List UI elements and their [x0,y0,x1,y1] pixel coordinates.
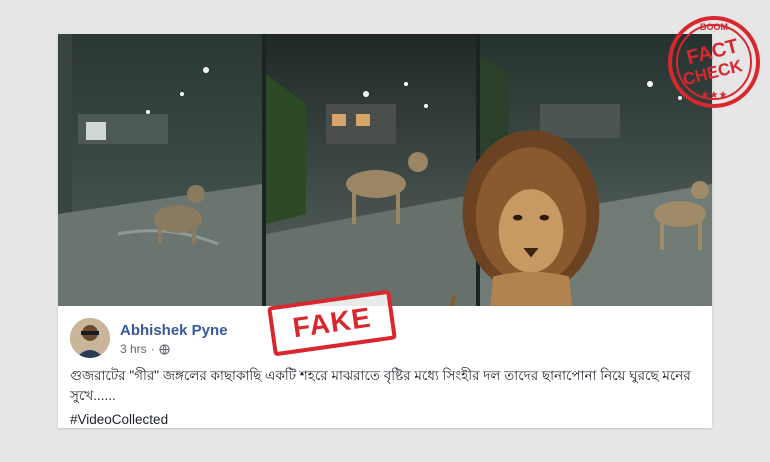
badge-stars: ★★★ [701,90,728,101]
lion-illustration [450,130,600,306]
post-body-text: গুজরাটের "গীর" জঙ্গলের কাছাকাছি একটি শহর… [70,368,691,403]
fake-stamp-label: FAKE [290,301,374,344]
avatar[interactable] [70,318,110,358]
post-hashtag[interactable]: #VideoCollected [70,412,168,427]
dot-separator: · [150,342,155,356]
boom-fact-check-badge: BOOM FACT CHECK ★★★ [668,16,760,108]
facebook-post-card: FAKE Abhishek Pyne 3 hrs · গুজরাটের "গীর… [58,34,712,428]
video-frame-left [58,34,262,306]
globe-icon[interactable] [159,343,170,355]
post-video-thumbnail[interactable] [58,34,712,306]
author-name-link[interactable]: Abhishek Pyne [120,322,228,339]
badge-brand: BOOM [700,22,728,32]
post-timestamp-row: 3 hrs · [120,342,170,356]
post-time[interactable]: 3 hrs [120,342,147,356]
